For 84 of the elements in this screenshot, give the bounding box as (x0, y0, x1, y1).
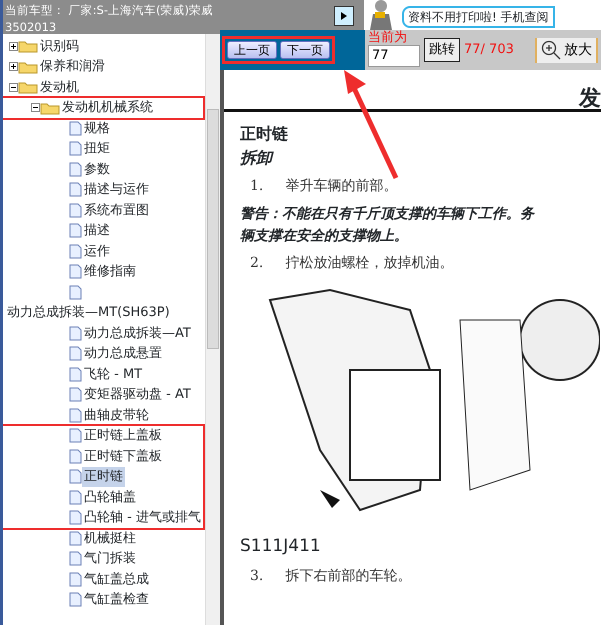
folder-icon (18, 60, 38, 74)
warning-text: 辆支撑在安全的支撑物上。 (240, 226, 409, 246)
figure-caption: S111J411 (240, 536, 321, 556)
step-number: 1. (250, 177, 264, 196)
document-icon (69, 408, 82, 423)
document-icon (69, 572, 82, 587)
zoom-in-icon (541, 40, 561, 60)
tree-item[interactable]: 气门拆装 (82, 549, 138, 568)
document-icon (69, 326, 82, 341)
tree-item[interactable]: 描述与运作 (82, 180, 151, 200)
tree-item[interactable]: 运作 (82, 242, 112, 261)
previous-page-button[interactable]: 上一页 (227, 41, 277, 59)
model-code: 3502013 (5, 19, 58, 34)
expand-icon[interactable] (9, 62, 18, 72)
tree-item[interactable]: 规格 (82, 118, 112, 138)
collapse-icon[interactable] (9, 82, 18, 92)
page-input[interactable]: 77 (368, 44, 420, 66)
tree-item[interactable]: 正时链下盖板 (82, 446, 164, 466)
tree-item[interactable]: 发动机机械系统 (60, 98, 155, 118)
section-subtitle: 拆卸 (240, 148, 272, 167)
tree-item[interactable]: 气缸盖总成 (82, 570, 151, 589)
document-icon (69, 551, 82, 566)
zoom-in-button[interactable]: 放大 (535, 38, 598, 62)
document-icon (69, 202, 82, 218)
document-icon (69, 264, 82, 280)
document-icon (69, 530, 82, 546)
tree-item[interactable]: 动力总成拆装—MT(SH63P) (5, 303, 172, 322)
document-icon (69, 592, 82, 608)
tree-item[interactable]: 飞轮 - MT (82, 364, 144, 384)
tree-item[interactable]: 发动机 (38, 78, 81, 97)
tree-item[interactable]: 变矩器驱动盘 - AT (82, 385, 193, 404)
expand-icon[interactable] (9, 42, 18, 51)
document-icon (69, 428, 82, 444)
document-icon (69, 490, 82, 505)
scrollbar[interactable] (205, 34, 220, 625)
document-icon (69, 284, 82, 300)
arrow-button[interactable] (334, 6, 354, 26)
document-icon (69, 387, 82, 402)
document-icon (69, 141, 82, 156)
document-icon (69, 162, 82, 177)
tree-item[interactable]: 动力总成拆装—AT (82, 324, 193, 343)
folder-icon (18, 39, 38, 54)
step-number: 3. (250, 566, 264, 586)
collapse-icon[interactable] (31, 103, 40, 112)
warning-text: 警告：不能在只有千斤顶支撑的车辆下工作。务 (240, 205, 536, 224)
next-page-button[interactable]: 下一页 (280, 41, 330, 59)
document-icon (69, 346, 82, 362)
tree-item[interactable]: 气缸盖检查 (82, 590, 151, 610)
tree-item[interactable]: 动力总成悬置 (82, 344, 164, 364)
step-text: 举升车辆的前部。 (285, 177, 398, 196)
step-text: 拧松放油螺栓，放掉机油。 (285, 254, 454, 273)
tree-item[interactable]: 曲轴皮带轮 (82, 406, 151, 425)
tree-item[interactable]: 正时链 (82, 467, 125, 486)
page-count: 77/ 703 (464, 41, 514, 60)
document-icon (69, 366, 82, 382)
banner-text: 资料不用打印啦! 手机查阅 (402, 6, 555, 28)
tree-item[interactable]: 凸轮轴 - 进气或排气 (82, 508, 203, 528)
document-icon (69, 510, 82, 526)
tree-item[interactable]: 识别码 (38, 36, 81, 56)
section-title: 正时链 (240, 123, 289, 145)
tree-item[interactable]: 保养和润滑 (38, 57, 107, 76)
jump-button[interactable]: 跳转 (424, 38, 460, 62)
tree-item[interactable]: 扭矩 (82, 139, 112, 158)
document-icon (69, 244, 82, 259)
tree-item[interactable]: 正时链上盖板 (82, 426, 164, 446)
folder-icon (40, 100, 60, 115)
current-page-label: 当前为 (368, 30, 408, 44)
window-title: 当前车型： 厂家:S-上海汽车(荣威)荣威 (5, 2, 214, 19)
tree-item[interactable]: 凸轮轴盖 (82, 488, 138, 507)
tree-item[interactable]: 维修指南 (82, 262, 138, 282)
folder-icon (18, 80, 38, 94)
step-text: 拆下右前部的车轮。 (285, 566, 412, 586)
document-icon (69, 448, 82, 464)
step-number: 2. (250, 254, 264, 273)
document-icon (69, 120, 82, 136)
arrow-right-icon (340, 11, 348, 21)
tree-item[interactable]: 机械挺柱 (82, 528, 138, 548)
scrollbar-thumb[interactable] (207, 109, 219, 349)
page-heading: 发 (579, 86, 601, 109)
document-icon (69, 223, 82, 238)
document-icon (69, 182, 82, 198)
tree-item[interactable]: 系统布置图 (82, 200, 151, 220)
tree-item[interactable]: 描述 (82, 221, 112, 240)
tree-item[interactable]: 参数 (82, 160, 112, 179)
